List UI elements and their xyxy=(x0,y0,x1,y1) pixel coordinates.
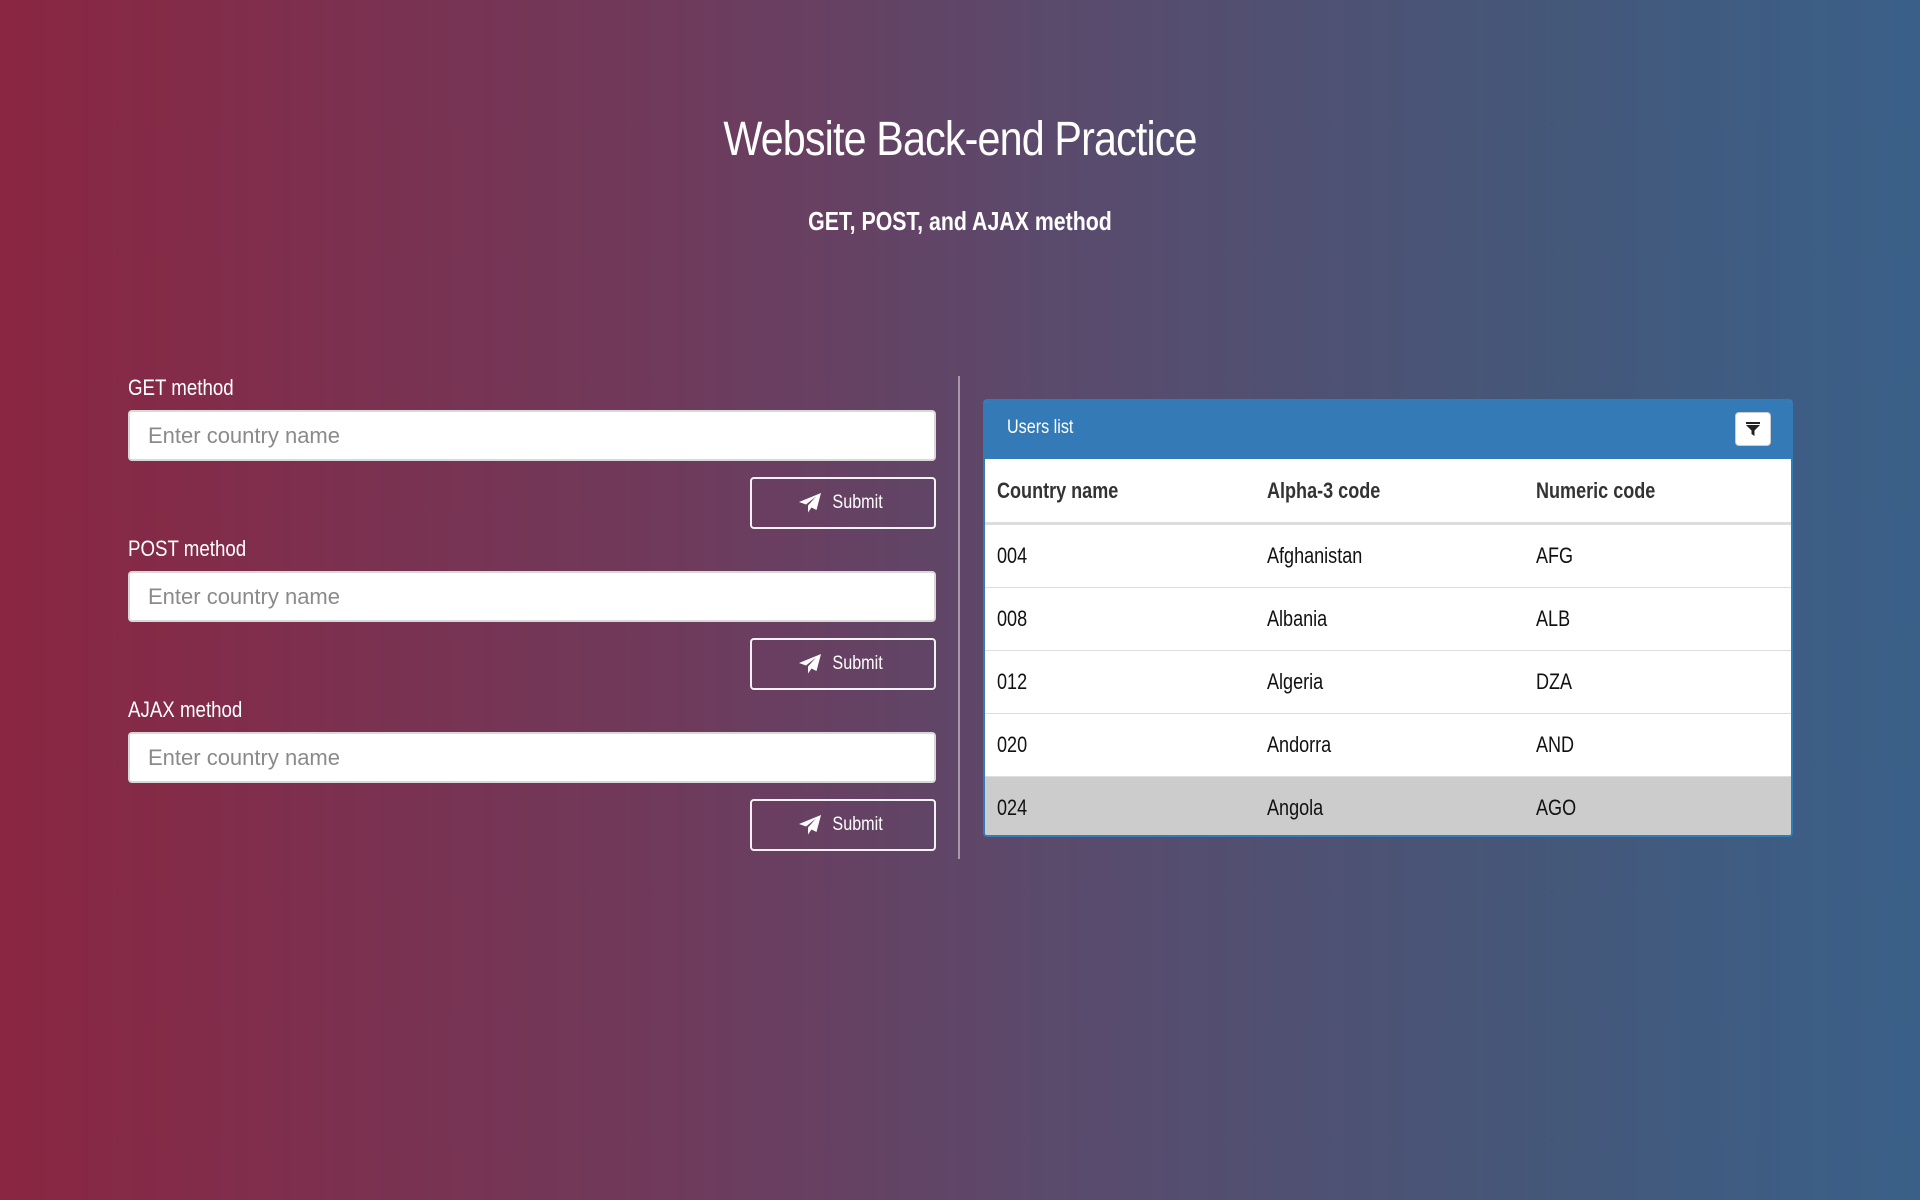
post-method-label: POST method xyxy=(128,536,247,561)
submit-label: Submit xyxy=(832,492,884,513)
table-row-highlighted[interactable]: 024 Angola AGO xyxy=(985,776,1791,835)
column-header[interactable]: Country name xyxy=(985,459,1255,525)
ajax-method-label: AJAX method xyxy=(128,697,243,722)
paper-plane-icon xyxy=(799,493,822,513)
table-cell: DZA xyxy=(1524,650,1791,714)
get-submit-button[interactable]: Submit xyxy=(750,477,936,529)
table-cell: Afghanistan xyxy=(1255,523,1524,588)
get-country-input[interactable] xyxy=(128,410,936,461)
table-cell: 020 xyxy=(985,713,1255,777)
get-method-label: GET method xyxy=(128,375,234,400)
table-cell: Algeria xyxy=(1255,650,1524,714)
table-cell: 004 xyxy=(985,523,1255,588)
users-list-panel: Users list Country name Alpha-3 code Num… xyxy=(983,399,1793,837)
ajax-country-input[interactable] xyxy=(128,732,936,783)
post-submit-button[interactable]: Submit xyxy=(750,638,936,690)
paper-plane-icon xyxy=(799,815,822,835)
table-row[interactable]: 008 Albania ALB xyxy=(985,587,1791,651)
table-cell: 024 xyxy=(985,776,1255,835)
page-subtitle: GET, POST, and AJAX method xyxy=(808,206,1112,236)
table-row[interactable]: 012 Algeria DZA xyxy=(985,650,1791,714)
table-cell: AGO xyxy=(1524,776,1791,835)
filter-button[interactable] xyxy=(1735,412,1771,446)
ajax-submit-button[interactable]: Submit xyxy=(750,799,936,851)
table-cell: Albania xyxy=(1255,587,1524,651)
table-cell: ALB xyxy=(1524,587,1791,651)
post-method-form: POST method Submit xyxy=(128,535,936,691)
table-cell: Andorra xyxy=(1255,713,1524,777)
users-table: Country name Alpha-3 code Numeric code 0… xyxy=(985,459,1791,835)
filter-icon xyxy=(1746,422,1760,436)
column-header[interactable]: Numeric code xyxy=(1524,459,1791,525)
post-country-input[interactable] xyxy=(128,571,936,622)
ajax-method-form: AJAX method Submit xyxy=(128,696,936,852)
panel-title: Users list xyxy=(1007,417,1074,438)
table-row[interactable]: 020 Andorra AND xyxy=(985,713,1791,777)
get-method-form: GET method Submit xyxy=(128,374,936,530)
table-cell: Angola xyxy=(1255,776,1524,835)
submit-label: Submit xyxy=(832,653,884,674)
panel-heading: Users list xyxy=(985,401,1791,459)
table-cell: AFG xyxy=(1524,523,1791,588)
table-cell: AND xyxy=(1524,713,1791,777)
table-cell: 012 xyxy=(985,650,1255,714)
submit-label: Submit xyxy=(832,814,884,835)
column-header[interactable]: Alpha-3 code xyxy=(1255,459,1524,525)
page-title: Website Back-end Practice xyxy=(723,113,1197,166)
paper-plane-icon xyxy=(799,654,822,674)
table-cell: 008 xyxy=(985,587,1255,651)
table-header-row: Country name Alpha-3 code Numeric code xyxy=(985,459,1791,525)
column-divider xyxy=(958,376,960,859)
table-row[interactable]: 004 Afghanistan AFG xyxy=(985,523,1791,588)
